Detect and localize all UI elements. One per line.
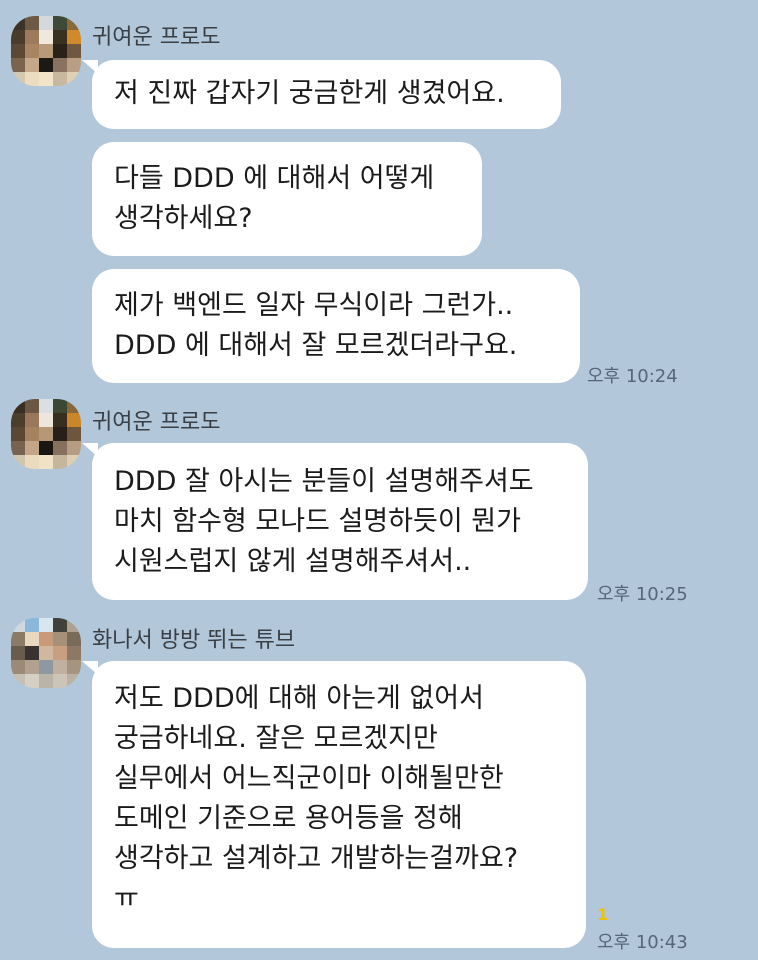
sender-name: 귀여운 프로도 bbox=[92, 410, 221, 435]
message-text: 시원스럽지 않게 설명해주셔서.. bbox=[114, 546, 472, 577]
unread-count: 1 bbox=[597, 905, 609, 924]
message-text: 다들 DDD 에 대해서 어떻게 bbox=[114, 163, 435, 194]
message-text: DDD 에 대해서 잘 모르겠더라구요. bbox=[114, 330, 518, 361]
message-bubble[interactable]: 다들 DDD 에 대해서 어떻게 생각하세요? bbox=[92, 142, 482, 256]
message-text: 저도 DDD에 대해 아는게 없어서 bbox=[114, 683, 484, 714]
sender-name: 화나서 방방 뛰는 튜브 bbox=[92, 628, 296, 653]
avatar[interactable] bbox=[11, 618, 81, 688]
message-text: 제가 백엔드 일자 무식이라 그런가.. bbox=[114, 290, 514, 321]
message-text: ㅠ bbox=[114, 883, 139, 914]
message-time: 오후 10:24 bbox=[587, 366, 678, 387]
message-time: 오후 10:25 bbox=[597, 584, 688, 605]
avatar[interactable] bbox=[11, 16, 81, 86]
message-bubble[interactable]: 제가 백엔드 일자 무식이라 그런가.. DDD 에 대해서 잘 모르겠더라구요… bbox=[92, 269, 580, 383]
message-text: DDD 잘 아시는 분들이 설명해주셔도 bbox=[114, 466, 534, 497]
avatar[interactable] bbox=[11, 399, 81, 469]
message-text: 생각하세요? bbox=[114, 203, 253, 234]
message-text: 실무에서 어느직군이마 이해될만한 bbox=[114, 763, 504, 794]
message-bubble[interactable]: DDD 잘 아시는 분들이 설명해주셔도 마치 함수형 모나드 설명하듯이 뭔가… bbox=[92, 443, 588, 600]
sender-name: 귀여운 프로도 bbox=[92, 25, 221, 50]
message-text: 저 진짜 갑자기 궁금한게 생겼어요. bbox=[114, 78, 505, 109]
message-text: 마치 함수형 모나드 설명하듯이 뭔가 bbox=[114, 506, 521, 537]
message-text: 생각하고 설계하고 개발하는걸까요? bbox=[114, 843, 519, 874]
message-text: 궁금하네요. 잘은 모르겠지만 bbox=[114, 723, 438, 754]
message-bubble[interactable]: 저 진짜 갑자기 궁금한게 생겼어요. bbox=[92, 60, 561, 129]
message-time: 오후 10:43 bbox=[597, 932, 688, 953]
message-text: 도메인 기준으로 용어등을 정해 bbox=[114, 803, 463, 834]
message-bubble[interactable]: 저도 DDD에 대해 아는게 없어서 궁금하네요. 잘은 모르겠지만 실무에서 … bbox=[92, 661, 586, 948]
